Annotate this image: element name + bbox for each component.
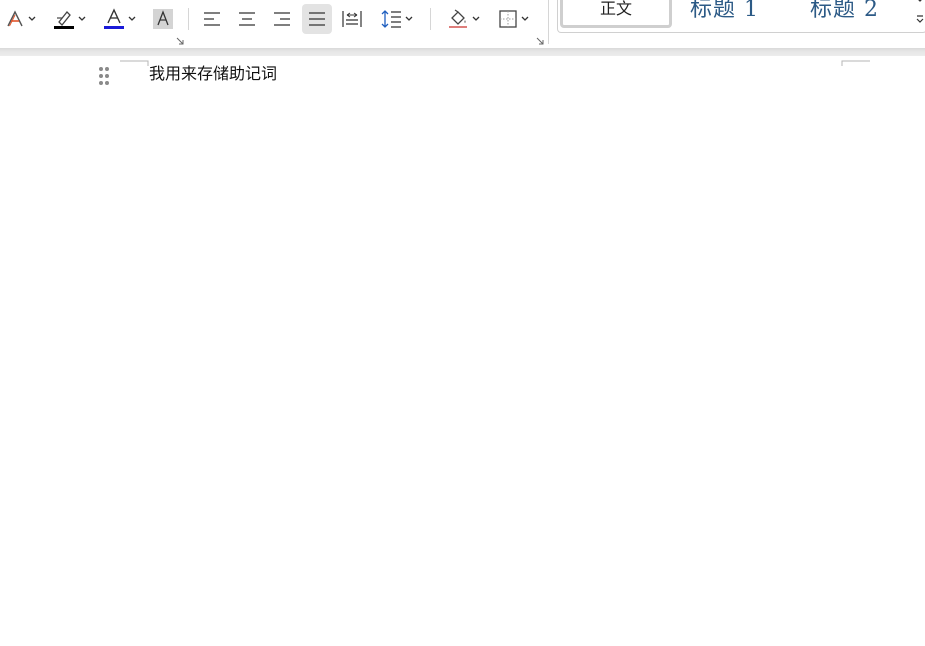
char-shading-icon [153,9,173,29]
font-color-button[interactable] [100,6,138,32]
font-dialog-launcher-icon[interactable] [175,36,185,46]
page-corner-mark [841,60,870,66]
chevron-down-icon [405,16,412,21]
shading-fill-icon [448,9,467,28]
style-normal-label: 正文 [599,0,632,18]
separator [548,0,549,44]
borders-button[interactable] [494,6,532,32]
align-left-button[interactable] [198,6,226,32]
text-effects-icon [6,10,23,27]
shading-fill-button[interactable] [444,6,482,32]
style-heading2-label: 标题 2 [810,0,879,22]
chevron-down-icon [472,16,479,21]
align-center-button[interactable] [233,6,261,32]
styles-more-icon[interactable] [915,0,925,28]
align-left-icon [204,12,220,26]
style-heading1-label: 标题 1 [690,0,759,22]
chevron-down-icon [78,16,85,21]
chevron-down-icon [521,16,528,21]
align-right-button[interactable] [268,6,296,32]
borders-icon [498,10,517,28]
font-color-icon [103,8,124,29]
style-heading1[interactable]: 标题 1 [690,0,759,23]
highlight-icon [53,11,74,29]
separator [430,8,431,30]
distributed-icon [342,11,362,27]
ribbon-shadow [0,48,925,56]
paragraph-dialog-launcher-icon[interactable] [535,36,545,46]
distributed-button[interactable] [338,6,366,32]
separator [188,8,189,30]
page-corner-mark [120,60,149,66]
justify-icon [309,12,325,26]
document-paragraph[interactable]: 我用来存储助记词 [149,63,277,85]
char-shading-button[interactable] [150,6,176,32]
line-spacing-icon [381,10,401,28]
line-spacing-button[interactable] [376,6,416,32]
align-center-icon [239,12,255,26]
style-heading2[interactable]: 标题 2 [810,0,879,23]
text-effects-button[interactable] [2,6,38,32]
style-normal[interactable]: 正文 [560,0,672,28]
chevron-down-icon [28,16,35,21]
ribbon-toolbar: 正文 标题 1 标题 2 [0,0,925,48]
justify-button[interactable] [302,4,332,34]
chevron-down-icon [128,16,135,21]
align-right-icon [274,12,290,26]
drag-handle-icon[interactable] [98,66,110,86]
highlight-button[interactable] [50,6,88,32]
